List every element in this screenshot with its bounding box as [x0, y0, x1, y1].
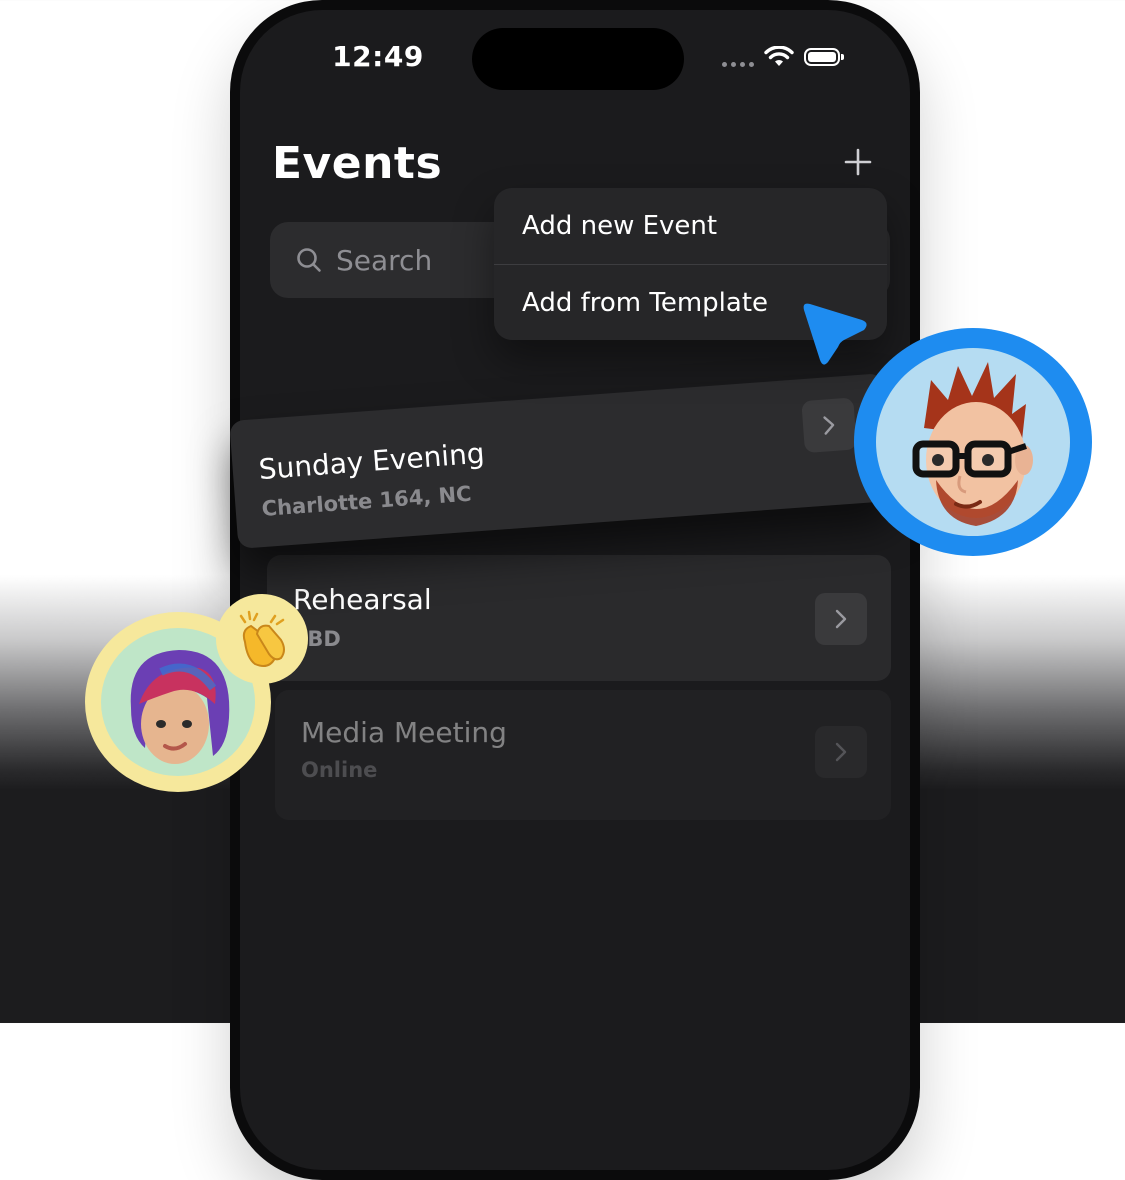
plus-icon — [844, 148, 872, 176]
page-title: Events — [272, 138, 443, 189]
battery-icon — [804, 48, 844, 66]
event-title: Rehearsal — [293, 583, 432, 616]
open-event-button[interactable] — [801, 397, 857, 454]
dynamic-island — [472, 28, 684, 90]
phone-frame: 12:49 Events Search Rehearsal TBD Media … — [230, 0, 920, 1180]
status-time: 12:49 — [332, 40, 424, 73]
avatar-background — [876, 348, 1070, 536]
menu-item-add-new-event[interactable]: Add new Event — [494, 188, 887, 264]
memoji-man-glasses-avatar — [854, 328, 1092, 556]
event-title: Sunday Evening — [257, 436, 486, 487]
wifi-icon — [764, 46, 794, 66]
status-icons — [722, 46, 844, 68]
signal-dots-icon — [722, 61, 754, 67]
memoji-man-face-icon — [912, 362, 1033, 526]
event-card-media-meeting[interactable]: Media Meeting Online — [275, 690, 891, 820]
phone-screen: 12:49 Events Search Rehearsal TBD Media … — [240, 10, 910, 1170]
clapping-hands-reaction — [216, 594, 308, 684]
chevron-right-icon — [835, 742, 847, 762]
chevron-right-icon — [823, 416, 835, 435]
open-event-button[interactable] — [815, 726, 867, 778]
event-location: Charlotte 164, NC — [260, 481, 473, 522]
clapping-hands-icon — [239, 610, 285, 667]
add-event-button[interactable] — [836, 140, 880, 184]
chevron-right-icon — [835, 609, 847, 629]
open-event-button[interactable] — [815, 593, 867, 645]
event-title: Media Meeting — [301, 716, 507, 749]
event-location: Online — [301, 758, 378, 782]
pointer-cursor-icon — [803, 303, 867, 365]
event-card-rehearsal[interactable]: Rehearsal TBD — [267, 555, 891, 681]
search-placeholder: Search — [336, 243, 433, 277]
search-icon — [297, 248, 321, 272]
